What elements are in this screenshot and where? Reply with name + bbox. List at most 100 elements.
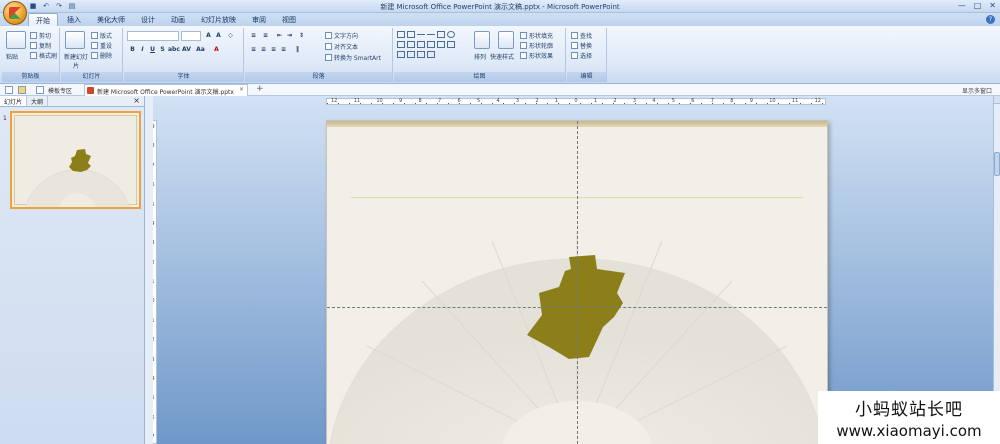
align-left-icon[interactable]: ≡ <box>249 45 258 54</box>
template-area-link[interactable]: 模板专区 <box>48 86 72 95</box>
numbering-icon[interactable]: ≡ <box>261 31 270 40</box>
triangle-shape-icon[interactable] <box>407 41 415 48</box>
brace-shape-icon[interactable] <box>417 51 425 58</box>
increase-indent-icon[interactable]: ⇥ <box>285 31 294 40</box>
new-slide-button[interactable]: 新建幻灯片 <box>62 52 90 70</box>
font-family-select[interactable] <box>127 31 179 41</box>
strikethrough-icon[interactable]: abc <box>168 45 180 54</box>
ruler-tick-label: 11 <box>353 98 361 104</box>
open-folder-icon[interactable] <box>18 86 26 94</box>
columns-icon[interactable]: ‖ <box>293 45 302 54</box>
tab-home[interactable]: 开始 <box>28 13 58 26</box>
maximize-icon[interactable]: □ <box>974 1 982 10</box>
rectangle-shape-icon[interactable] <box>437 31 445 38</box>
select-button[interactable]: 选择 <box>571 51 592 60</box>
font-color-icon[interactable]: A <box>212 45 221 54</box>
format-painter-button[interactable]: 格式刷 <box>30 51 57 60</box>
underline-icon[interactable]: U <box>148 45 157 54</box>
block-arrow-right-shape-icon[interactable] <box>427 41 435 48</box>
char-spacing-icon[interactable]: AV <box>182 45 191 54</box>
smartart-button[interactable]: 转换为 SmartArt <box>325 53 381 62</box>
horizontal-guide[interactable] <box>327 307 827 308</box>
change-case-icon[interactable]: Aa <box>196 45 205 54</box>
scroll-thumb[interactable] <box>994 152 1000 176</box>
textbox-shape-icon[interactable] <box>397 31 405 38</box>
freeform-shape-icon[interactable] <box>407 51 415 58</box>
vertical-guide[interactable] <box>577 121 578 444</box>
pane-divider[interactable] <box>145 96 153 444</box>
find-button[interactable]: 查找 <box>571 31 592 40</box>
tab-design[interactable]: 设计 <box>134 13 162 26</box>
delete-slide-button[interactable]: 删除 <box>91 51 112 60</box>
tab-outline-pane[interactable]: 大纲 <box>27 96 49 106</box>
callout-shape-icon[interactable] <box>427 51 435 58</box>
watermark-url: www.xiaomayi.com <box>836 422 982 440</box>
tab-review[interactable]: 审阅 <box>245 13 273 26</box>
oval-shape-icon[interactable] <box>447 31 455 38</box>
elbow-connector-shape-icon[interactable] <box>417 41 425 48</box>
decrease-indent-icon[interactable]: ⇤ <box>275 31 284 40</box>
textbox-vertical-shape-icon[interactable] <box>407 31 415 38</box>
close-icon[interactable]: ✕ <box>989 1 996 10</box>
tab-slideshow[interactable]: 幻灯片放映 <box>194 13 243 26</box>
shape-outline-button[interactable]: 形状轮廓 <box>520 41 553 50</box>
italic-icon[interactable]: I <box>138 45 147 54</box>
office-button[interactable] <box>3 1 27 25</box>
editing-group: 查找 替换 选择 编辑 <box>567 28 607 82</box>
close-tab-icon[interactable]: × <box>239 86 244 93</box>
shadow-icon[interactable]: S <box>158 45 167 54</box>
align-center-icon[interactable]: ≡ <box>259 45 268 54</box>
align-text-button[interactable]: 对齐文本 <box>325 42 358 51</box>
arrange-button[interactable]: 排列 <box>474 52 486 61</box>
tab-slides-pane[interactable]: 幻灯片 <box>0 96 28 106</box>
align-right-icon[interactable]: ≡ <box>269 45 278 54</box>
document-tab[interactable]: 新建 Microsoft Office PowerPoint 演示文稿.pptx… <box>84 84 248 96</box>
multi-window-button[interactable]: 显示多窗口 <box>962 86 992 95</box>
arrange-icon[interactable] <box>474 31 490 49</box>
line-shape-icon[interactable] <box>417 34 425 35</box>
arrow-line-shape-icon[interactable] <box>427 34 435 35</box>
paste-icon[interactable] <box>6 31 26 49</box>
layout-button[interactable]: 版式 <box>91 31 112 40</box>
help-icon[interactable]: ? <box>986 15 995 24</box>
curve-shape-icon[interactable] <box>397 51 405 58</box>
block-arrow-down-shape-icon[interactable] <box>437 41 445 48</box>
shape-fill-button[interactable]: 形状填充 <box>520 31 553 40</box>
tab-insert[interactable]: 插入 <box>60 13 88 26</box>
quick-styles-button[interactable]: 快速样式 <box>490 52 514 61</box>
bullets-icon[interactable]: ≡ <box>249 31 258 40</box>
slide-canvas[interactable] <box>326 120 828 444</box>
shapes-gallery[interactable] <box>397 31 467 61</box>
rounded-rect-shape-icon[interactable] <box>397 41 405 48</box>
shape-effects-button[interactable]: 形状效果 <box>520 51 553 60</box>
cut-button[interactable]: 剪切 <box>30 31 51 40</box>
tab-beautify[interactable]: 美化大师 <box>90 13 132 26</box>
minimize-icon[interactable]: — <box>958 1 966 10</box>
close-pane-icon[interactable]: × <box>133 96 140 105</box>
ruler-tick-label: 1 <box>593 98 598 104</box>
font-size-select[interactable] <box>181 31 201 41</box>
new-doc-icon[interactable] <box>5 86 13 94</box>
home-icon[interactable] <box>36 86 44 94</box>
text-direction-button[interactable]: 文字方向 <box>325 31 358 40</box>
shrink-font-icon[interactable]: A <box>214 31 223 40</box>
paste-button[interactable]: 粘贴 <box>6 52 18 61</box>
slide-thumbnail[interactable] <box>10 111 141 209</box>
quick-styles-icon[interactable] <box>498 31 514 49</box>
replace-button[interactable]: 替换 <box>571 41 592 50</box>
copy-button[interactable]: 复制 <box>30 41 51 50</box>
star-shape-icon[interactable] <box>447 41 455 48</box>
clear-format-icon[interactable]: ◇ <box>226 31 235 40</box>
line-spacing-icon[interactable]: ⇕ <box>297 31 306 40</box>
scroll-up-arrow[interactable] <box>994 96 1000 104</box>
reset-button[interactable]: 重设 <box>91 41 112 50</box>
tab-animation[interactable]: 动画 <box>164 13 192 26</box>
ruler-tick-label: 9 <box>749 98 753 104</box>
new-tab-icon[interactable]: + <box>256 84 264 94</box>
grow-font-icon[interactable]: A <box>204 31 213 40</box>
new-slide-icon[interactable] <box>65 31 85 49</box>
bold-icon[interactable]: B <box>128 45 137 54</box>
editing-group-label: 编辑 <box>567 72 606 82</box>
tab-view[interactable]: 视图 <box>275 13 303 26</box>
justify-icon[interactable]: ≡ <box>279 45 288 54</box>
